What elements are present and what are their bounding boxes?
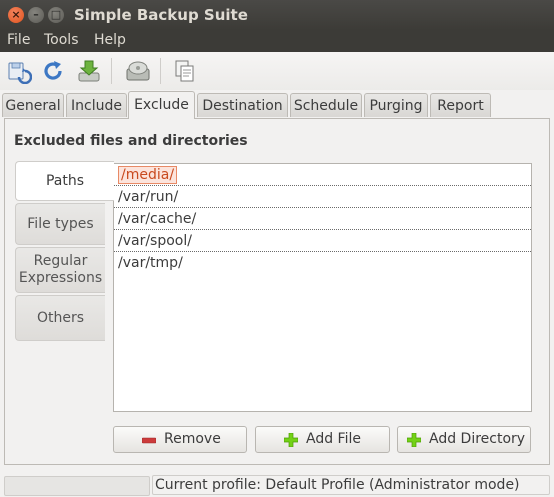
- subtab-paths[interactable]: Paths: [15, 161, 114, 201]
- maximize-icon[interactable]: □: [48, 7, 64, 23]
- tab-schedule[interactable]: Schedule: [290, 93, 362, 117]
- add-file-button[interactable]: Add File: [255, 426, 390, 453]
- tab-purging[interactable]: Purging: [364, 93, 428, 117]
- title-bar: × – □ Simple Backup Suite: [0, 0, 554, 30]
- tab-exclude[interactable]: Exclude: [128, 91, 195, 119]
- menu-tools[interactable]: Tools: [44, 32, 79, 48]
- list-item[interactable]: /var/tmp/: [114, 252, 531, 274]
- remove-button-label: Remove: [164, 431, 221, 447]
- main-tabs: General Include Exclude Destination Sche…: [0, 91, 554, 119]
- list-item[interactable]: /var/spool/: [114, 230, 531, 252]
- tab-include[interactable]: Include: [66, 93, 127, 117]
- subtab-file-types[interactable]: File types: [15, 203, 105, 245]
- toolbar-separator: [111, 58, 112, 84]
- section-title: Excluded files and directories: [14, 133, 248, 149]
- subtab-regex-line2: Expressions: [18, 270, 103, 286]
- tab-destination[interactable]: Destination: [197, 93, 288, 117]
- add-icon: [284, 433, 298, 447]
- excluded-paths-list[interactable]: /media/ /var/run/ /var/cache/ /var/spool…: [113, 163, 532, 412]
- menu-help[interactable]: Help: [94, 32, 126, 48]
- download-backup-icon[interactable]: [76, 58, 102, 84]
- status-progress: [4, 476, 150, 496]
- list-item-label: /media/: [118, 166, 178, 184]
- minimize-icon[interactable]: –: [28, 7, 44, 23]
- hard-disk-icon[interactable]: [125, 58, 151, 84]
- tab-general[interactable]: General: [2, 93, 64, 117]
- remove-button[interactable]: Remove: [113, 426, 247, 453]
- exclude-panel: Excluded files and directories Paths Fil…: [4, 118, 550, 465]
- refresh-icon[interactable]: [40, 58, 66, 84]
- status-text: Current profile: Default Profile (Admini…: [152, 475, 550, 495]
- add-icon: [407, 433, 421, 447]
- list-item[interactable]: /var/cache/: [114, 208, 531, 230]
- add-file-button-label: Add File: [306, 431, 361, 447]
- window-title: Simple Backup Suite: [74, 6, 248, 24]
- subtab-regex-line1: Regular: [33, 253, 88, 269]
- remove-icon: [142, 437, 156, 444]
- add-directory-button[interactable]: Add Directory: [397, 426, 531, 453]
- subtab-others[interactable]: Others: [15, 295, 105, 341]
- toolbar: [0, 52, 554, 90]
- list-item[interactable]: /media/: [114, 164, 531, 186]
- close-icon[interactable]: ×: [8, 7, 24, 23]
- subtab-regular-expressions[interactable]: Regular Expressions: [15, 247, 105, 293]
- toolbar-separator: [160, 58, 161, 84]
- save-config-icon[interactable]: [6, 58, 33, 85]
- tab-report[interactable]: Report: [430, 93, 491, 117]
- copy-icon[interactable]: [172, 58, 198, 84]
- add-directory-button-label: Add Directory: [429, 431, 526, 447]
- menu-file[interactable]: File: [7, 32, 30, 48]
- status-bar: Current profile: Default Profile (Admini…: [0, 474, 554, 497]
- list-item[interactable]: /var/run/: [114, 186, 531, 208]
- menu-bar: File Tools Help: [0, 30, 554, 52]
